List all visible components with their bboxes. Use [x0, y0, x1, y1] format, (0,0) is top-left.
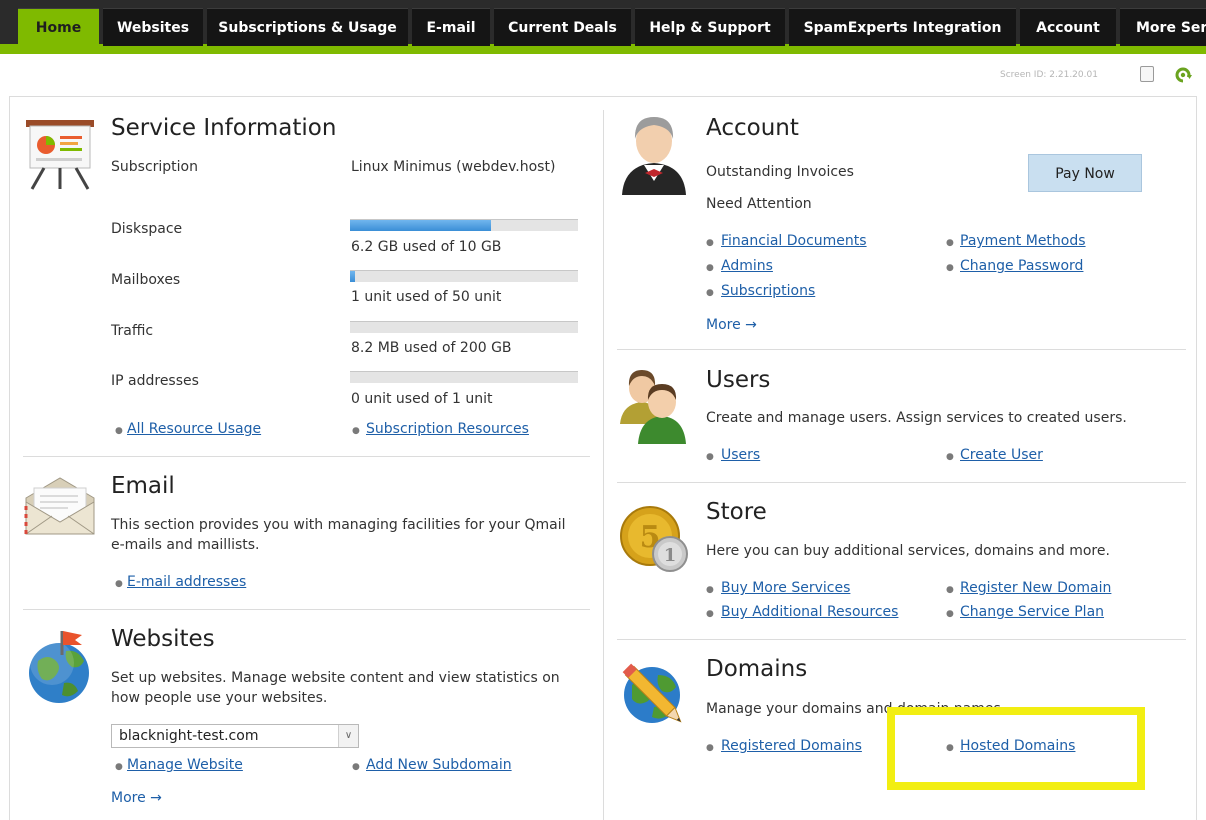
- globe-flag-icon: [29, 631, 89, 703]
- bullet-icon: ●: [706, 743, 714, 753]
- bullet-icon: ●: [115, 762, 123, 772]
- account-title: Account: [706, 115, 799, 141]
- butler-icon: [622, 117, 686, 195]
- traffic-value: 8.2 MB used of 200 GB: [351, 340, 512, 356]
- tab-home[interactable]: Home: [18, 8, 99, 48]
- email-title: Email: [111, 473, 175, 499]
- bullet-icon: ●: [706, 585, 714, 595]
- account-more-link[interactable]: More →: [706, 317, 757, 333]
- bullet-icon: ●: [946, 585, 954, 595]
- users-icon: [620, 370, 686, 444]
- register-new-domain-link[interactable]: Register New Domain: [960, 580, 1111, 596]
- bullet-icon: ●: [946, 609, 954, 619]
- websites-title: Websites: [111, 626, 215, 652]
- globe-pencil-icon: [622, 663, 682, 723]
- subscription-label: Subscription: [111, 159, 198, 175]
- websites-more-link[interactable]: More →: [111, 790, 162, 806]
- diskspace-value: 6.2 GB used of 10 GB: [351, 239, 502, 255]
- bullet-icon: ●: [946, 263, 954, 273]
- bullet-icon: ●: [946, 238, 954, 248]
- svg-text:1: 1: [664, 545, 677, 566]
- change-service-plan-link[interactable]: Change Service Plan: [960, 604, 1104, 620]
- store-description: Here you can buy additional services, do…: [706, 543, 1110, 559]
- users-link[interactable]: Users: [721, 447, 760, 463]
- section-divider: [617, 349, 1186, 350]
- bullet-icon: ●: [115, 579, 123, 589]
- outstanding-invoices-label: Outstanding Invoices: [706, 164, 854, 180]
- buy-more-services-link[interactable]: Buy More Services: [721, 580, 850, 596]
- tab-spamexperts-integration[interactable]: SpamExperts Integration: [789, 8, 1016, 46]
- bullet-icon: ●: [115, 426, 123, 436]
- subscription-resources-link[interactable]: Subscription Resources: [366, 421, 529, 437]
- bullet-icon: ●: [352, 762, 360, 772]
- refresh-icon[interactable]: [1174, 66, 1192, 84]
- traffic-label: Traffic: [111, 323, 154, 339]
- service-info-title: Service Information: [111, 115, 337, 141]
- diskspace-label: Diskspace: [111, 221, 183, 237]
- store-title: Store: [706, 499, 767, 525]
- traffic-progress: [350, 321, 578, 333]
- section-divider: [617, 639, 1186, 640]
- bullet-icon: ●: [706, 288, 714, 298]
- users-description: Create and manage users. Assign services…: [706, 410, 1127, 426]
- section-divider: [23, 609, 590, 610]
- subscription-value: Linux Minimus (webdev.host): [351, 159, 556, 175]
- admins-link[interactable]: Admins: [721, 258, 773, 274]
- mailboxes-label: Mailboxes: [111, 272, 181, 288]
- ip-addresses-value: 0 unit used of 1 unit: [351, 391, 493, 407]
- bullet-icon: ●: [352, 426, 360, 436]
- section-divider: [617, 482, 1186, 483]
- ip-addresses-progress: [350, 371, 578, 383]
- envelope-icon: [24, 477, 95, 535]
- registered-domains-link[interactable]: Registered Domains: [721, 738, 862, 754]
- subscriptions-link[interactable]: Subscriptions: [721, 283, 815, 299]
- domains-title: Domains: [706, 656, 808, 682]
- tab-more-services[interactable]: More Ser: [1120, 8, 1206, 46]
- financial-documents-link[interactable]: Financial Documents: [721, 233, 867, 249]
- tab-help-support[interactable]: Help & Support: [635, 8, 785, 46]
- mailboxes-value: 1 unit used of 50 unit: [351, 289, 502, 305]
- bullet-icon: ●: [706, 238, 714, 248]
- create-user-link[interactable]: Create User: [960, 447, 1043, 463]
- manage-website-link[interactable]: Manage Website: [127, 757, 243, 773]
- diskspace-progress: [350, 219, 578, 231]
- tab-current-deals[interactable]: Current Deals: [494, 8, 631, 46]
- bullet-icon: ●: [706, 263, 714, 273]
- ip-addresses-label: IP addresses: [111, 373, 199, 389]
- presentation-board-icon: [26, 120, 94, 190]
- tab-subscriptions-usage[interactable]: Subscriptions & Usage: [207, 8, 408, 46]
- coins-icon: 5 1: [620, 506, 688, 572]
- email-description: This section provides you with managing …: [111, 517, 566, 553]
- change-password-link[interactable]: Change Password: [960, 258, 1083, 274]
- bullet-icon: ●: [946, 452, 954, 462]
- pay-now-button[interactable]: Pay Now: [1028, 154, 1142, 192]
- tab-websites[interactable]: Websites: [103, 8, 203, 46]
- mailboxes-progress: [350, 270, 578, 282]
- bullet-icon: ●: [706, 609, 714, 619]
- top-navigation: Home Websites Subscriptions & Usage E-ma…: [0, 0, 1206, 54]
- column-divider: [603, 110, 604, 820]
- email-addresses-link[interactable]: E-mail addresses: [127, 574, 246, 590]
- buy-additional-resources-link[interactable]: Buy Additional Resources: [721, 604, 898, 620]
- highlight-box: [887, 707, 1145, 790]
- payment-methods-link[interactable]: Payment Methods: [960, 233, 1086, 249]
- websites-description: Set up websites. Manage website content …: [111, 670, 560, 706]
- tab-email[interactable]: E-mail: [412, 8, 490, 46]
- chevron-down-icon[interactable]: ∨: [338, 725, 358, 747]
- bullet-icon: ●: [706, 452, 714, 462]
- screen-id: Screen ID: 2.21.20.01: [1000, 70, 1098, 80]
- tab-account[interactable]: Account: [1020, 8, 1116, 46]
- all-resource-usage-link[interactable]: All Resource Usage: [127, 421, 261, 437]
- users-title: Users: [706, 367, 771, 393]
- website-select-value: blacknight-test.com: [119, 728, 259, 744]
- add-new-subdomain-link[interactable]: Add New Subdomain: [366, 757, 512, 773]
- document-icon[interactable]: [1140, 66, 1154, 82]
- need-attention-label: Need Attention: [706, 196, 812, 212]
- website-select[interactable]: blacknight-test.com ∨: [111, 724, 359, 748]
- section-divider: [23, 456, 590, 457]
